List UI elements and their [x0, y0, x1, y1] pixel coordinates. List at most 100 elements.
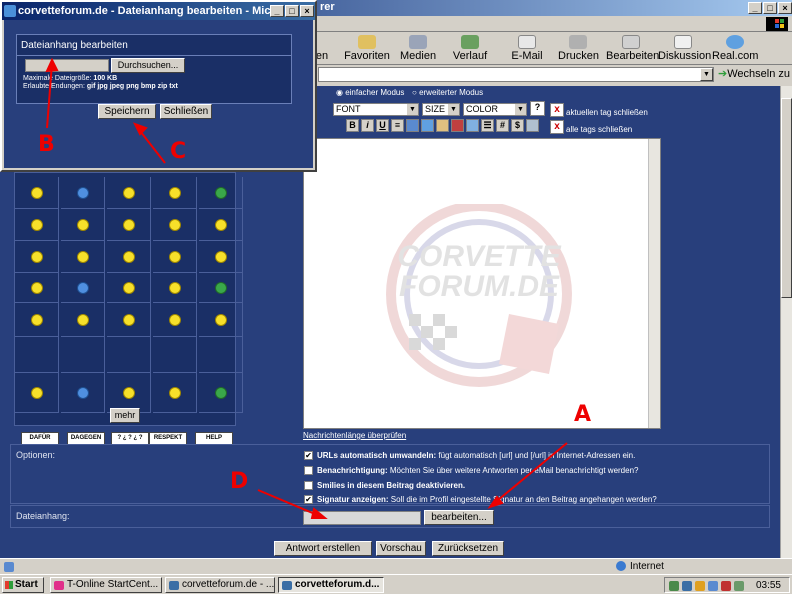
smiley-cell[interactable] — [61, 337, 105, 373]
scrollbar-thumb[interactable] — [781, 98, 792, 298]
smiley-cell[interactable] — [107, 177, 151, 209]
font-select[interactable]: FONT — [333, 103, 419, 116]
close-tag-button[interactable]: x — [550, 103, 564, 117]
page-scrollbar[interactable] — [780, 86, 792, 558]
email-link-icon[interactable] — [421, 119, 434, 132]
toolbar-realcom-button[interactable]: Real.com — [712, 35, 758, 62]
tray-icon[interactable] — [734, 581, 744, 591]
smiley-cell[interactable] — [199, 241, 243, 273]
smiley-cell[interactable] — [153, 273, 197, 303]
extended-mode-radio[interactable]: ○ erweiterter Modus — [412, 88, 483, 97]
smiley-cell[interactable] — [61, 177, 105, 209]
tray-icon[interactable] — [682, 581, 692, 591]
start-button[interactable]: Start — [2, 577, 44, 593]
smiley-cell[interactable] — [153, 241, 197, 273]
reset-button[interactable]: Zurücksetzen — [432, 541, 504, 556]
toolbar-email-button[interactable]: E-Mail — [510, 35, 544, 62]
option-item[interactable]: Smilies in diesem Beitrag deaktivieren. — [304, 481, 465, 491]
save-button[interactable]: Speichern — [98, 104, 156, 119]
smiley-cell[interactable] — [153, 373, 197, 413]
smiley-cell[interactable] — [107, 337, 151, 373]
smiley-cell[interactable] — [15, 303, 59, 337]
smiley-cell[interactable] — [199, 337, 243, 373]
close-all-tags-button[interactable]: x — [550, 120, 564, 134]
smiley-cell[interactable] — [153, 303, 197, 337]
smiley-cell[interactable] — [61, 273, 105, 303]
smiley-cell[interactable] — [61, 303, 105, 337]
align-icon[interactable]: ≡ — [391, 119, 404, 132]
table-icon[interactable] — [526, 119, 539, 132]
dialog-close-button[interactable]: × — [300, 5, 314, 17]
textarea-scrollbar[interactable] — [648, 139, 660, 428]
image-icon[interactable] — [436, 119, 449, 132]
size-select[interactable]: SIZE — [422, 103, 460, 116]
smiley-cell[interactable] — [15, 337, 59, 373]
task-forum-2[interactable]: corvetteforum.d... — [278, 577, 384, 593]
dialog-close-action-button[interactable]: Schließen — [160, 104, 212, 119]
smiley-cell[interactable] — [107, 209, 151, 241]
edit-attachment-button[interactable]: bearbeiten... — [424, 510, 494, 525]
option-checkbox[interactable]: ✔ — [304, 495, 313, 505]
attachment-field[interactable] — [303, 511, 421, 525]
smiley-cell[interactable] — [107, 241, 151, 273]
smiley-cell[interactable] — [199, 177, 243, 209]
globe-icon[interactable] — [406, 119, 419, 132]
go-button[interactable]: ➔Wechseln zu — [718, 67, 790, 80]
more-smilies-button[interactable]: mehr — [110, 408, 140, 423]
list-icon[interactable]: ☰ — [481, 119, 494, 132]
close-button[interactable]: × — [778, 2, 792, 14]
smiley-cell[interactable] — [61, 241, 105, 273]
file-path-input[interactable] — [25, 59, 109, 72]
smiley-cell[interactable] — [61, 373, 105, 413]
preview-button[interactable]: Vorschau — [376, 541, 426, 556]
option-checkbox[interactable]: ✔ — [304, 451, 313, 461]
toolbar-media-button[interactable]: Medien — [400, 35, 436, 62]
smiley-cell[interactable] — [199, 303, 243, 337]
smiley-cell[interactable] — [153, 209, 197, 241]
message-length-link[interactable]: Nachrichtenlänge überprüfen — [303, 431, 406, 440]
maximize-button[interactable]: □ — [763, 2, 777, 14]
submit-reply-button[interactable]: Antwort erstellen — [274, 541, 372, 556]
task-tonline[interactable]: T-Online StartCent... — [50, 577, 162, 593]
option-item[interactable]: Benachrichtigung: Möchten Sie über weite… — [304, 466, 638, 476]
option-item[interactable]: ✔ URLs automatisch umwandeln: fügt automa… — [304, 451, 635, 461]
message-textarea[interactable]: CORVETTE FORUM.DE — [303, 138, 661, 429]
option-item[interactable]: ✔ Signatur anzeigen: Soll die im Profil e… — [304, 495, 657, 505]
task-forum-1[interactable]: corvetteforum.de - ... — [165, 577, 275, 593]
smiley-cell[interactable] — [199, 373, 243, 413]
hash-icon[interactable]: # — [496, 119, 509, 132]
simple-mode-radio[interactable]: ◉ einfacher Modus — [336, 88, 404, 97]
smiley-cell[interactable] — [15, 273, 59, 303]
underline-button[interactable]: U — [376, 119, 389, 132]
browse-button[interactable]: Durchsuchen... — [111, 58, 185, 73]
dollar-icon[interactable]: $ — [511, 119, 524, 132]
help-icon[interactable]: ? — [530, 101, 545, 116]
toolbar-history-button[interactable]: Verlauf — [452, 35, 488, 62]
color-select[interactable]: COLOR — [463, 103, 527, 116]
minimize-button[interactable]: _ — [748, 2, 762, 14]
toolbar-favorites-button[interactable]: Favoriten — [344, 35, 390, 62]
smiley-cell[interactable] — [199, 273, 243, 303]
smiley-cell[interactable] — [61, 209, 105, 241]
dialog-maximize-button[interactable]: □ — [285, 5, 299, 17]
tray-icon[interactable] — [669, 581, 679, 591]
toolbar-print-button[interactable]: Drucken — [558, 35, 599, 62]
smiley-cell[interactable] — [153, 337, 197, 373]
tray-icon[interactable] — [708, 581, 718, 591]
bold-button[interactable]: B — [346, 119, 359, 132]
smiley-cell[interactable] — [107, 373, 151, 413]
smiley-cell[interactable] — [107, 273, 151, 303]
option-checkbox[interactable] — [304, 466, 313, 476]
smiley-cell[interactable] — [15, 241, 59, 273]
dialog-minimize-button[interactable]: _ — [270, 5, 284, 17]
address-input[interactable]: ▼ — [318, 67, 714, 82]
smiley-cell[interactable] — [153, 177, 197, 209]
smiley-cell[interactable] — [15, 177, 59, 209]
smiley-cell[interactable] — [107, 303, 151, 337]
toolbar-edit-button[interactable]: Bearbeiten — [606, 35, 659, 62]
smiley-cell[interactable] — [15, 209, 59, 241]
toolbar-discussion-button[interactable]: Diskussion — [658, 35, 711, 62]
italic-button[interactable]: i — [361, 119, 374, 132]
speaker-icon[interactable] — [721, 581, 731, 591]
smiley-cell[interactable] — [15, 373, 59, 413]
